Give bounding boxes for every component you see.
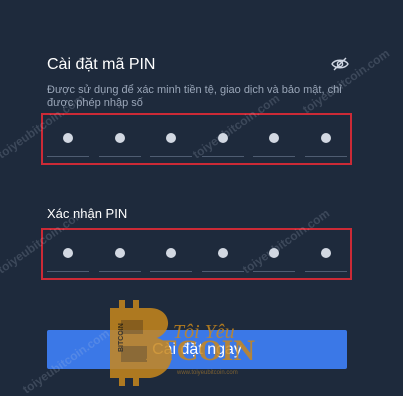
logo-url: www.toiyeubitcoin.com bbox=[176, 370, 238, 376]
pin-underline bbox=[202, 271, 244, 272]
confirm-pin-digit-slot[interactable] bbox=[99, 230, 141, 278]
pin-underline bbox=[47, 271, 89, 272]
pin-dot bbox=[218, 248, 228, 258]
confirm-pin-digit-slot[interactable] bbox=[202, 230, 244, 278]
pin-dot bbox=[63, 248, 73, 258]
pin-underline bbox=[150, 271, 192, 272]
pin-dot bbox=[115, 133, 125, 143]
pin-digit-slot[interactable] bbox=[202, 115, 244, 163]
confirm-pin-label: Xác nhận PIN bbox=[47, 206, 128, 221]
pin-underline bbox=[99, 156, 141, 157]
pin-dot bbox=[166, 248, 176, 258]
pin-underline bbox=[202, 156, 244, 157]
pin-digit-slot[interactable] bbox=[305, 115, 347, 163]
confirm-pin-digit-slot[interactable] bbox=[253, 230, 295, 278]
confirm-pin-digit-slot[interactable] bbox=[47, 230, 89, 278]
pin-dot bbox=[166, 133, 176, 143]
pin-underline bbox=[305, 271, 347, 272]
pin-description: Được sử dụng để xác minh tiền tệ, giao d… bbox=[47, 84, 342, 109]
pin-dot bbox=[63, 133, 73, 143]
pin-digit-slot[interactable] bbox=[99, 115, 141, 163]
pin-dot bbox=[321, 248, 331, 258]
pin-dot bbox=[218, 133, 228, 143]
confirm-pin-input-group[interactable] bbox=[41, 228, 352, 280]
pin-underline bbox=[253, 156, 295, 157]
pin-underline bbox=[150, 156, 192, 157]
pin-setup-panel: Cài đặt mã PIN Được sử dụng để xác minh … bbox=[0, 0, 403, 396]
pin-dot bbox=[269, 248, 279, 258]
pin-dot bbox=[269, 133, 279, 143]
pin-underline bbox=[99, 271, 141, 272]
pin-digit-slot[interactable] bbox=[47, 115, 89, 163]
confirm-pin-digit-slot[interactable] bbox=[305, 230, 347, 278]
pin-underline bbox=[253, 271, 295, 272]
confirm-pin-digit-slot[interactable] bbox=[150, 230, 192, 278]
pin-input-group[interactable] bbox=[41, 113, 352, 165]
pin-digit-slot[interactable] bbox=[150, 115, 192, 163]
submit-pin-button[interactable]: Cài đặt ngay bbox=[47, 330, 347, 369]
eye-slash-icon[interactable] bbox=[331, 56, 349, 72]
pin-dot bbox=[115, 248, 125, 258]
pin-dot bbox=[321, 133, 331, 143]
pin-underline bbox=[305, 156, 347, 157]
page-title: Cài đặt mã PIN bbox=[47, 56, 156, 73]
pin-underline bbox=[47, 156, 89, 157]
pin-digit-slot[interactable] bbox=[253, 115, 295, 163]
